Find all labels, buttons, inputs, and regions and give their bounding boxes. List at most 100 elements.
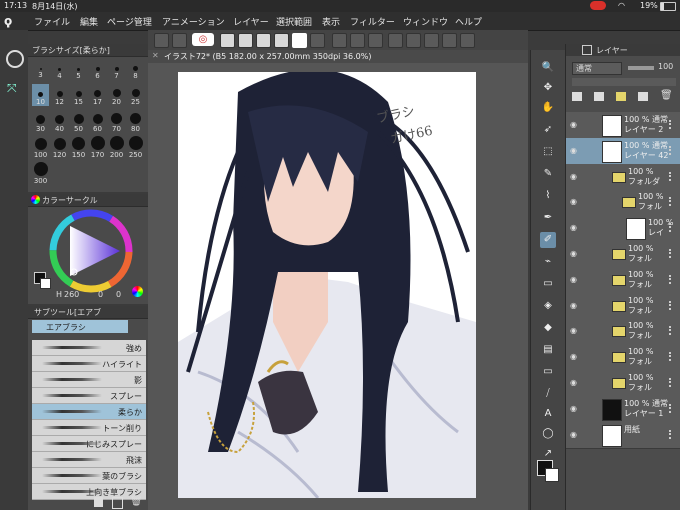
ruler-tool-icon[interactable]: ⧸ [540, 386, 556, 402]
layer-row[interactable]: ◉ 100 % 通常 レイヤー 42 [566, 137, 680, 165]
deselect-icon[interactable] [406, 33, 421, 48]
sub-tool-item[interactable]: 葉のブラシ [32, 468, 146, 484]
quick-access-icon[interactable] [6, 50, 24, 68]
move-tool-icon[interactable]: ✥ [540, 80, 556, 96]
layer-menu-icon[interactable] [669, 326, 677, 336]
layer-row[interactable]: ◉ 100 % レイ [566, 215, 680, 243]
close-tab-icon[interactable]: ✕ [152, 51, 159, 60]
visibility-eye-icon[interactable]: ◉ [570, 404, 579, 413]
layer-menu-icon[interactable] [669, 378, 677, 387]
layer-options-row[interactable] [572, 78, 676, 86]
save-icon[interactable] [220, 33, 235, 48]
brush-size-option[interactable]: 70 [108, 110, 125, 133]
new-folder-icon[interactable] [616, 92, 626, 101]
brush-size-option[interactable]: 4 [51, 58, 68, 80]
menu-window[interactable]: ウィンドウ [403, 15, 448, 28]
brush-size-option[interactable]: 12 [51, 84, 68, 106]
pen-tool-icon[interactable]: ✒ [540, 210, 556, 226]
undo-icon[interactable] [332, 33, 347, 48]
menu-view[interactable]: 表示 [322, 15, 340, 28]
brush-size-option[interactable]: 3 [32, 58, 49, 80]
menu-edit[interactable]: 編集 [80, 15, 98, 28]
blend-tool-icon[interactable]: ◈ [540, 298, 556, 314]
menu-animation[interactable]: アニメーション [162, 15, 225, 28]
delete-layer-icon[interactable]: 🗑 [660, 90, 673, 101]
open-file-icon[interactable] [172, 33, 187, 48]
layer-row[interactable]: ◉ 100 % フォルダ [566, 163, 680, 191]
menu-selection[interactable]: 選択範囲 [276, 15, 312, 28]
sub-tool-item[interactable]: 強め [32, 340, 146, 356]
paste-icon[interactable] [256, 33, 271, 48]
brush-size-option[interactable]: 15 [70, 84, 87, 106]
layer-menu-icon[interactable] [669, 300, 677, 310]
brush-size-option[interactable]: 120 [51, 136, 68, 159]
brush-size-option[interactable]: 170 [89, 136, 106, 159]
visibility-eye-icon[interactable]: ◉ [570, 352, 579, 361]
sub-tool-item[interactable]: スプレー [32, 388, 146, 404]
layer-menu-icon[interactable] [669, 223, 677, 233]
brush-size-option[interactable]: 20 [108, 84, 125, 106]
layer-menu-icon[interactable] [669, 403, 677, 413]
brush-size-option[interactable]: 250 [127, 136, 144, 159]
layer-row[interactable]: ◉ 100 % フォル [566, 370, 680, 397]
sub-tool-item[interactable]: トーン削り [32, 420, 146, 436]
brush-size-option[interactable]: 6 [89, 58, 106, 80]
layer-row[interactable]: ◉ 100 % フォル [566, 189, 680, 217]
sub-tool-item[interactable]: にじみスプレー [32, 436, 146, 452]
opacity-slider[interactable] [628, 66, 654, 70]
layer-menu-icon[interactable] [669, 171, 677, 181]
layer-row[interactable]: ◉ 100 % フォル [566, 241, 680, 268]
brush-size-option[interactable]: 7 [108, 58, 125, 80]
sub-tool-group-tab[interactable]: エアブラシ [32, 320, 128, 333]
brush-size-option[interactable]: 10 [32, 84, 49, 106]
layer-menu-icon[interactable] [669, 249, 677, 258]
brush-size-option[interactable]: 5 [70, 58, 87, 80]
brush-tool-icon[interactable]: ⌁ [540, 254, 556, 270]
layer-row[interactable]: ◉ 100 % 通常 レイヤー 2 [566, 112, 680, 139]
redo-icon[interactable] [350, 33, 365, 48]
layer-menu-icon[interactable] [669, 145, 677, 155]
sub-tool-item[interactable]: 柔らか [32, 404, 146, 420]
visibility-eye-icon[interactable]: ◉ [570, 249, 579, 258]
clear-icon[interactable] [274, 33, 289, 48]
brush-size-option[interactable]: 60 [89, 110, 106, 133]
clip-studio-icon[interactable]: ◎ [192, 33, 214, 46]
balloon-tool-icon[interactable]: ◯ [540, 426, 556, 442]
visibility-eye-icon[interactable]: ◉ [570, 430, 579, 439]
visibility-eye-icon[interactable]: ◉ [570, 197, 579, 206]
figure-tool-icon[interactable]: ▭ [540, 364, 556, 380]
navigator-icon[interactable]: ⤧ [7, 81, 17, 96]
menu-file[interactable]: ファイル [34, 15, 70, 28]
visibility-eye-icon[interactable]: ◉ [570, 146, 579, 155]
fill-tool-icon[interactable]: ◆ [540, 320, 556, 336]
scale-icon[interactable] [460, 33, 475, 48]
reverse-icon[interactable] [368, 33, 383, 48]
airbrush-tool-icon[interactable]: ✐ [540, 232, 556, 248]
lasso-tool-icon[interactable]: ✎ [540, 166, 556, 182]
brush-size-option[interactable]: 300 [32, 162, 49, 185]
menu-help[interactable]: ヘルプ [455, 15, 482, 28]
canvas-paper[interactable]: ブラシ ガけ66 [178, 72, 476, 498]
visibility-eye-icon[interactable]: ◉ [570, 301, 579, 310]
new-sub-tool-icon[interactable] [94, 497, 103, 507]
brush-size-option[interactable]: 100 [32, 136, 49, 159]
visibility-eye-icon[interactable]: ◉ [570, 120, 579, 129]
swap-color-icon[interactable] [310, 33, 325, 48]
app-logo-icon[interactable]: ϙ [4, 14, 20, 28]
visibility-eye-icon[interactable]: ◉ [570, 172, 579, 181]
eyedropper-tool-icon[interactable]: ⌇ [540, 188, 556, 204]
visibility-eye-icon[interactable]: ◉ [570, 326, 579, 335]
brush-size-option[interactable]: 40 [51, 110, 68, 133]
color-wheel[interactable] [48, 208, 134, 294]
layer-row[interactable]: ◉ 100 % 通常 レイヤー 1 [566, 395, 680, 423]
sub-tool-item[interactable]: ハイライト [32, 356, 146, 372]
visibility-eye-icon[interactable]: ◉ [570, 378, 579, 387]
menu-filter[interactable]: フィルター [350, 15, 395, 28]
layer-menu-icon[interactable] [669, 120, 677, 129]
brush-size-option[interactable]: 150 [70, 136, 87, 159]
sub-tool-item[interactable]: 上向き草ブラシ [32, 484, 146, 500]
mask-icon[interactable] [638, 92, 648, 101]
blend-mode-select[interactable]: 通常 [572, 62, 622, 75]
menu-layer[interactable]: レイヤー [233, 15, 269, 28]
sub-tool-item[interactable]: 飛沫 [32, 452, 146, 468]
